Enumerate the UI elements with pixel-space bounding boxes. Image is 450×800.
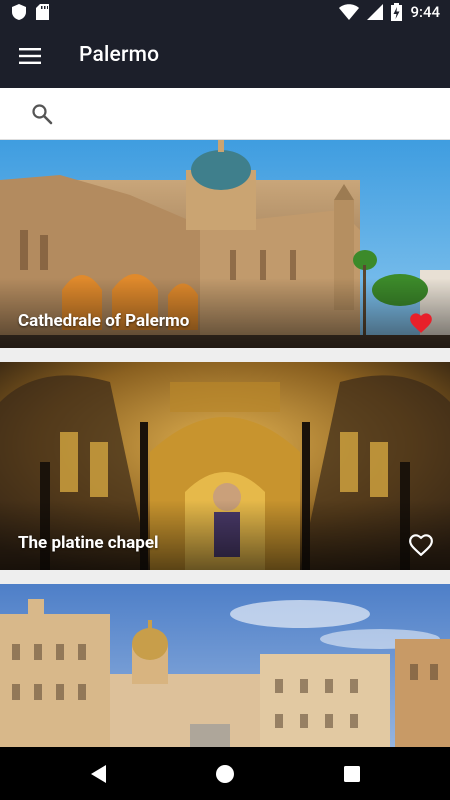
places-list: Cathedrale of Palermo The platine chapel [0,140,450,747]
back-icon[interactable] [88,763,110,785]
signal-icon [367,4,384,20]
menu-button[interactable] [12,38,48,74]
heart-outline-icon[interactable] [408,532,434,556]
status-bar: 9:44 [0,0,450,24]
search-icon[interactable] [30,102,54,126]
place-card[interactable]: The platine chapel [0,362,450,570]
wifi-icon [339,4,360,20]
home-icon[interactable] [214,763,236,785]
hamburger-menu-icon [19,48,41,64]
battery-charging-icon [391,3,403,21]
piazza-photo [0,584,450,747]
app-bar: Palermo [0,24,450,88]
page-title: Palermo [79,43,160,67]
place-card[interactable]: Cathedrale of Palermo [0,140,450,348]
sd-card-icon [36,4,49,20]
system-nav-bar [0,747,450,800]
place-name: Cathedrale of Palermo [18,311,190,331]
heart-filled-icon[interactable] [408,310,434,334]
recents-icon[interactable] [341,763,363,785]
search-bar [0,88,450,140]
place-name: The platine chapel [18,533,159,553]
shield-icon [12,4,26,20]
search-input[interactable] [68,98,428,130]
status-time: 9:44 [410,3,440,21]
place-card[interactable] [0,584,450,747]
